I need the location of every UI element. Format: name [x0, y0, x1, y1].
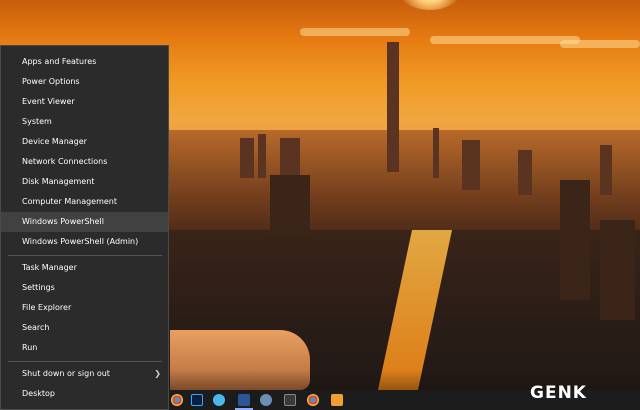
tall-tower [387, 42, 399, 172]
menu-item-search[interactable]: Search [1, 318, 168, 338]
building [433, 128, 439, 178]
menu-item-shut-down-or-sign-out[interactable]: Shut down or sign out ❯ [1, 364, 168, 384]
menu-item-desktop[interactable]: Desktop [1, 384, 168, 404]
cloud [300, 28, 410, 36]
cloud [430, 36, 580, 44]
menu-separator [8, 255, 162, 256]
menu-item-system[interactable]: System [1, 112, 168, 132]
menu-item-device-manager[interactable]: Device Manager [1, 132, 168, 152]
genk-watermark: GENK [530, 383, 587, 403]
winx-context-menu: Apps and Features Power Options Event Vi… [0, 45, 169, 410]
building [600, 220, 635, 320]
app-icon[interactable] [284, 394, 296, 406]
word-icon[interactable] [238, 394, 250, 406]
media-icon[interactable] [331, 394, 343, 406]
building [560, 180, 590, 300]
menu-separator [8, 361, 162, 362]
chrome-icon[interactable] [171, 394, 183, 406]
menu-item-computer-management[interactable]: Computer Management [1, 192, 168, 212]
edge-icon[interactable] [213, 394, 225, 406]
menu-item-event-viewer[interactable]: Event Viewer [1, 92, 168, 112]
building [462, 140, 480, 190]
menu-item-run[interactable]: Run [1, 338, 168, 358]
menu-item-file-explorer[interactable]: File Explorer [1, 298, 168, 318]
menu-item-apps-and-features[interactable]: Apps and Features [1, 52, 168, 72]
building [518, 150, 532, 195]
browser-icon[interactable] [260, 394, 272, 406]
menu-item-disk-management[interactable]: Disk Management [1, 172, 168, 192]
building [600, 145, 612, 195]
building [280, 138, 300, 178]
menu-item-windows-powershell[interactable]: Windows PowerShell [1, 212, 168, 232]
building [270, 175, 310, 235]
menu-item-power-options[interactable]: Power Options [1, 72, 168, 92]
building [258, 134, 266, 178]
menu-item-network-connections[interactable]: Network Connections [1, 152, 168, 172]
chrome-icon[interactable] [307, 394, 319, 406]
cloud [560, 40, 640, 48]
menu-item-task-manager[interactable]: Task Manager [1, 258, 168, 278]
menu-item-settings[interactable]: Settings [1, 278, 168, 298]
chevron-right-icon: ❯ [154, 369, 161, 378]
building [240, 138, 254, 178]
photoshop-icon[interactable] [191, 394, 203, 406]
menu-item-windows-powershell-admin[interactable]: Windows PowerShell (Admin) [1, 232, 168, 252]
